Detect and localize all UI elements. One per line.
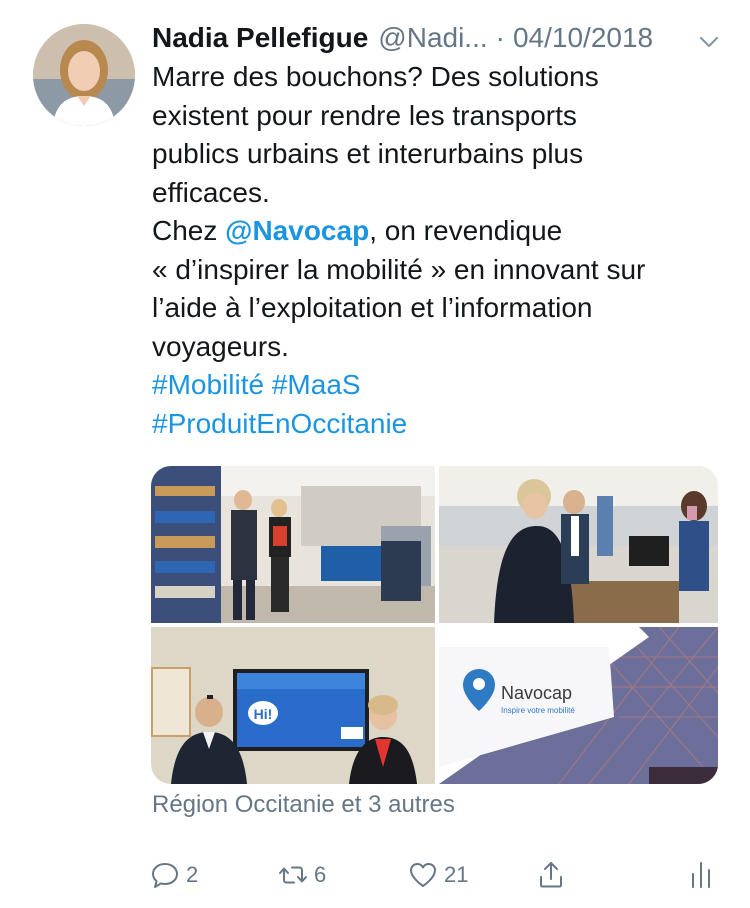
retweet-icon xyxy=(278,860,308,890)
chez-suffix: , on revendique xyxy=(369,215,563,246)
banner-brand: Navocap xyxy=(501,683,572,703)
analytics-icon xyxy=(686,860,716,890)
heart-icon xyxy=(408,860,438,890)
like-button[interactable]: 21 xyxy=(408,855,468,895)
tweet-text-line: voyageurs. xyxy=(152,330,289,362)
media-photo-warehouse[interactable] xyxy=(151,466,435,623)
share-icon xyxy=(536,860,566,890)
hashtag-line: #Mobilité #MaaS xyxy=(152,366,722,405)
hashtag-link[interactable]: #ProduitEnOccitanie xyxy=(152,408,407,439)
banner-tagline: Inspire votre mobilité xyxy=(501,706,575,715)
reply-button[interactable]: 2 xyxy=(150,855,198,895)
tweet-text-line: publics urbains et interurbains plus xyxy=(152,138,584,169)
hashtag-link[interactable]: #MaaS xyxy=(272,369,361,400)
avatar[interactable] xyxy=(33,24,135,126)
retweet-button[interactable]: 6 xyxy=(278,855,326,895)
retweet-count: 6 xyxy=(314,862,327,887)
hashtag-link[interactable]: #Mobilité xyxy=(152,369,264,400)
location-text[interactable]: Région Occitanie et 3 autres xyxy=(152,791,455,819)
author-name[interactable]: Nadia Pellefigue xyxy=(152,22,368,54)
screen-greeting: Hi! xyxy=(254,706,273,722)
author-handle[interactable]: @Nadi... xyxy=(378,22,487,54)
reply-count: 2 xyxy=(186,862,199,887)
chevron-down-icon[interactable] xyxy=(698,28,720,50)
tweet-text: Marre des bouchons? Des solutions existe… xyxy=(152,58,722,443)
tweet-text-line: « d’inspirer la mobilité » en innovant s… xyxy=(152,253,646,285)
chez-prefix: Chez xyxy=(152,215,226,246)
separator-dot: · xyxy=(495,22,505,53)
share-button[interactable] xyxy=(536,855,566,895)
media-photo-screen[interactable]: Hi! xyxy=(151,627,435,784)
mention-link[interactable]: @Navocap xyxy=(225,215,369,246)
media-photo-navocap-banner[interactable]: Navocap Inspire votre mobilité xyxy=(439,627,718,784)
hashtag-line: #ProduitEnOccitanie xyxy=(152,405,722,444)
like-count: 21 xyxy=(444,862,469,887)
tweet-date[interactable]: 04/10/2018 xyxy=(513,22,653,54)
analytics-button[interactable] xyxy=(686,855,716,895)
reply-icon xyxy=(150,860,180,890)
tweet-text-line: Marre des bouchons? Des solutions xyxy=(152,61,599,92)
tweet-text-line: Chez @Navocap, on revendique xyxy=(152,212,722,251)
avatar-photo xyxy=(33,24,135,126)
action-bar: 2 6 21 xyxy=(150,855,720,895)
media-grid: Hi! Navocap Inspire votre mobilité xyxy=(151,466,718,784)
tweet-text-line: existent pour rendre les transports xyxy=(152,99,577,131)
media-photo-office[interactable] xyxy=(439,466,718,623)
tweet-header: Nadia Pellefigue @Nadi... · 04/10/2018 xyxy=(152,18,732,58)
tweet-text-line: l’aide à l’exploitation et l’information xyxy=(152,292,593,323)
tweet-text-line: efficaces. xyxy=(152,176,270,208)
